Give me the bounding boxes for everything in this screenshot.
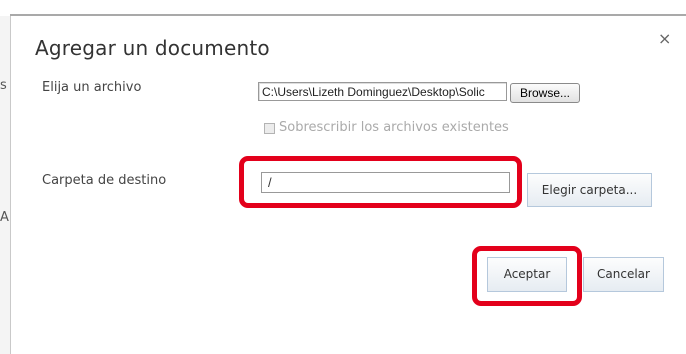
add-document-dialog: s A Agregar un documento × Elija un arch… [0, 0, 686, 354]
background-page-edge [0, 16, 11, 354]
destination-folder-label: Carpeta de destino [42, 173, 167, 188]
overwrite-checkbox-label: Sobrescribir los archivos existentes [279, 120, 509, 135]
background-page-text-fragment: A [0, 210, 9, 225]
file-path-input[interactable]: C:\Users\Lizeth Dominguez\Desktop\Solic [258, 82, 507, 101]
accept-button[interactable]: Aceptar [487, 257, 567, 292]
close-icon[interactable]: × [658, 31, 672, 47]
cancel-button[interactable]: Cancelar [583, 257, 664, 292]
choose-folder-button[interactable]: Elegir carpeta... [527, 173, 652, 207]
dialog-title: Agregar un documento [35, 36, 270, 60]
choose-file-label: Elija un archivo [42, 80, 142, 95]
browse-button[interactable]: Browse... [510, 83, 580, 103]
background-page-text-fragment: s [0, 78, 7, 93]
destination-folder-input[interactable] [261, 172, 510, 193]
overwrite-checkbox[interactable] [264, 123, 275, 134]
dialog-top-border [10, 14, 686, 16]
